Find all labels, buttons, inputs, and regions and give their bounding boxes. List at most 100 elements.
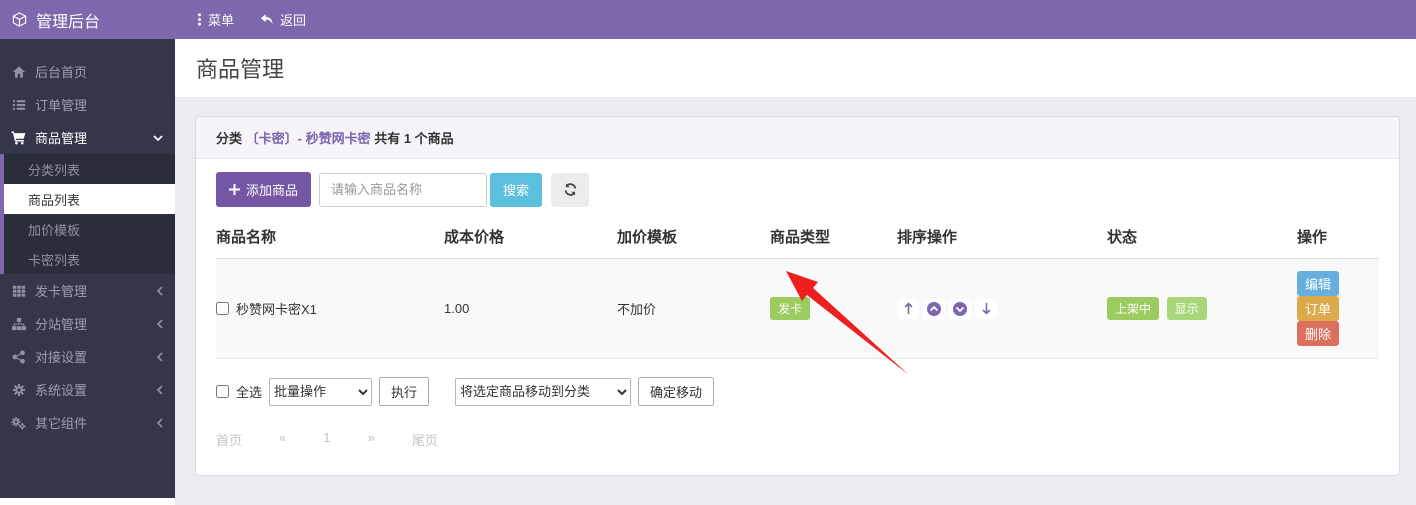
edit-button[interactable]: 编辑: [1297, 271, 1339, 296]
product-markup-template: 不加价: [609, 259, 762, 359]
product-name: 秒赞网卡密X1: [236, 299, 317, 318]
sidebar-item-other-components[interactable]: 其它组件: [0, 406, 175, 439]
sort-down-button[interactable]: [949, 299, 971, 319]
sidebar-item-orders[interactable]: 订单管理: [0, 88, 175, 121]
back-arrow-icon: [260, 13, 274, 26]
cogs-icon: [11, 415, 26, 430]
topnav: 菜单 返回: [175, 10, 306, 29]
pagination-page-1[interactable]: 1: [323, 430, 330, 449]
table-row: 秒赞网卡密X1 1.00 不加价 发卡: [216, 259, 1379, 359]
category-prefix-label: 分类: [216, 131, 242, 146]
col-header-sort: 排序操作: [889, 213, 1099, 259]
sidebar-item-card-issuing[interactable]: 发卡管理: [0, 274, 175, 307]
sidebar: 后台首页 订单管理 商品管理: [0, 39, 175, 498]
products-submenu: 分类列表 商品列表 加价模板 卡密列表: [0, 154, 175, 274]
delete-button[interactable]: 删除: [1297, 321, 1339, 346]
plus-icon: [229, 184, 240, 195]
sort-up-button[interactable]: [923, 299, 945, 319]
sidebar-item-dashboard[interactable]: 后台首页: [0, 55, 175, 88]
panel-header: 分类 〔卡密〕- 秒赞网卡密 共有 1 个商品: [196, 117, 1399, 159]
product-count-label: 共有 1 个商品: [374, 131, 453, 146]
share-icon: [11, 349, 26, 364]
sidebar-item-system-settings[interactable]: 系统设置: [0, 373, 175, 406]
sidebar-item-label: 其它组件: [35, 413, 156, 432]
home-icon: [11, 64, 26, 79]
chevron-left-icon: [156, 352, 163, 362]
sort-top-button[interactable]: [897, 299, 919, 319]
brand[interactable]: 管理后台: [0, 8, 175, 32]
toolbar: 添加商品 搜索: [216, 172, 1379, 207]
pagination-prev[interactable]: «: [279, 430, 286, 449]
pagination-first[interactable]: 首页: [216, 430, 242, 449]
sidebar-item-markup-template[interactable]: 加价模板: [4, 214, 175, 244]
sidebar-item-label: 订单管理: [35, 95, 163, 114]
confirm-move-button[interactable]: 确定移动: [638, 377, 714, 406]
category-link[interactable]: 〔卡密〕- 秒赞网卡密: [246, 131, 371, 146]
back-link-label: 返回: [280, 10, 306, 29]
products-table: 商品名称 成本价格 加价模板 商品类型 排序操作 状态 操作: [216, 213, 1379, 359]
sidebar-item-label: 后台首页: [35, 62, 163, 81]
row-checkbox[interactable]: [216, 302, 229, 315]
page-title: 商品管理: [196, 52, 284, 84]
chevron-left-icon: [156, 319, 163, 329]
chevron-left-icon: [156, 418, 163, 428]
bulk-operations: 全选 批量操作 执行 将选定商品移动到分类 确定移动: [216, 377, 1379, 406]
select-all-label: 全选: [236, 382, 262, 401]
col-header-action: 操作: [1289, 213, 1379, 259]
select-all-checkbox[interactable]: [216, 385, 229, 398]
add-product-label: 添加商品: [246, 180, 298, 199]
search-button[interactable]: 搜索: [490, 173, 542, 207]
col-header-cost: 成本价格: [436, 213, 609, 259]
sidebar-item-substations[interactable]: 分站管理: [0, 307, 175, 340]
sort-controls: [897, 299, 997, 319]
menu-toggle[interactable]: 菜单: [197, 10, 234, 29]
product-type-badge: 发卡: [770, 297, 810, 320]
title-bar: 商品管理: [175, 39, 1416, 97]
circle-down-icon: [953, 302, 967, 316]
menu-toggle-label: 菜单: [208, 10, 234, 29]
col-header-status: 状态: [1099, 213, 1289, 259]
arrow-down-icon: [982, 302, 991, 315]
sidebar-item-category-list[interactable]: 分类列表: [4, 154, 175, 184]
sidebar-item-label: 商品列表: [28, 190, 80, 209]
sort-bottom-button[interactable]: [975, 299, 997, 319]
refresh-button[interactable]: [551, 173, 589, 207]
sidebar-item-label: 发卡管理: [35, 281, 156, 300]
col-header-template: 加价模板: [609, 213, 762, 259]
vertical-dots-icon: [197, 13, 202, 26]
sidebar-item-products[interactable]: 商品管理: [0, 121, 175, 154]
chevron-left-icon: [156, 385, 163, 395]
pagination-last[interactable]: 尾页: [412, 430, 438, 449]
table-header-row: 商品名称 成本价格 加价模板 商品类型 排序操作 状态 操作: [216, 213, 1379, 259]
gear-icon: [11, 382, 26, 397]
order-button[interactable]: 订单: [1297, 296, 1339, 321]
sidebar-item-card-list[interactable]: 卡密列表: [4, 244, 175, 274]
grid-icon: [11, 283, 26, 298]
chevron-left-icon: [156, 286, 163, 296]
status-badge-visible: 显示: [1167, 297, 1207, 320]
cube-logo-icon: [12, 12, 27, 27]
sidebar-item-integration[interactable]: 对接设置: [0, 340, 175, 373]
col-header-type: 商品类型: [762, 213, 889, 259]
cart-icon: [11, 130, 26, 145]
content-area: 分类 〔卡密〕- 秒赞网卡密 共有 1 个商品 添加商品 搜索: [175, 97, 1416, 505]
sitemap-icon: [11, 316, 26, 331]
execute-button[interactable]: 执行: [379, 377, 429, 406]
main-area: 商品管理 分类 〔卡密〕- 秒赞网卡密 共有 1 个商品 添: [175, 39, 1416, 505]
pagination-next[interactable]: »: [367, 430, 374, 449]
col-header-name: 商品名称: [216, 213, 436, 259]
add-product-button[interactable]: 添加商品: [216, 172, 311, 207]
circle-up-icon: [927, 302, 941, 316]
sidebar-item-product-list[interactable]: 商品列表: [4, 184, 175, 214]
product-cost: 1.00: [436, 259, 609, 359]
sidebar-item-label: 商品管理: [35, 128, 153, 147]
products-panel: 分类 〔卡密〕- 秒赞网卡密 共有 1 个商品 添加商品 搜索: [195, 116, 1400, 476]
back-link[interactable]: 返回: [260, 10, 306, 29]
list-icon: [11, 97, 26, 112]
search-input[interactable]: [319, 173, 487, 207]
panel-body: 添加商品 搜索: [196, 159, 1399, 475]
status-badge-onsale: 上架中: [1107, 297, 1159, 320]
bulk-action-select[interactable]: 批量操作: [269, 378, 372, 406]
move-category-select[interactable]: 将选定商品移动到分类: [455, 378, 631, 406]
sidebar-item-label: 分类列表: [28, 160, 80, 179]
